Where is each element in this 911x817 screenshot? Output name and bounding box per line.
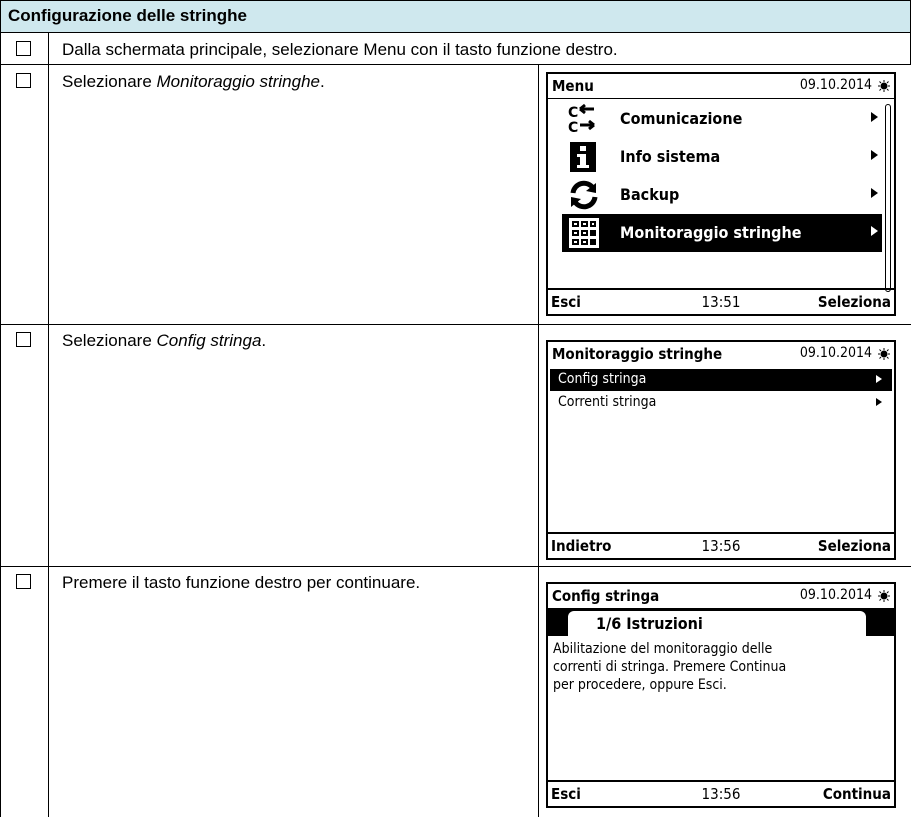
step-1-text: Dalla schermata principale, selezionare … xyxy=(62,40,618,59)
tab-instructions: 1/6 Istruzioni xyxy=(568,611,866,636)
softkey-right[interactable]: Continua xyxy=(823,785,891,803)
screen-title-bar: Menu 09.10.2014 xyxy=(548,74,894,99)
menu-item-label: Comunicazione xyxy=(620,109,743,128)
document-page: Configurazione delle stringhe Dalla sche… xyxy=(0,0,911,817)
chevron-right-icon xyxy=(871,150,878,160)
list-item-label: Correnti stringa xyxy=(558,394,657,410)
instruction-text: Abilitazione del monitoraggio delle corr… xyxy=(553,641,787,693)
softkey-right[interactable]: Seleziona xyxy=(818,537,891,555)
softkey-right[interactable]: Seleziona xyxy=(818,293,891,311)
device-screen-menu: Menu 09.10.2014 C C Comunicazione Info s… xyxy=(546,72,896,316)
communication-icon: C C xyxy=(568,103,595,135)
step-3-checkbox[interactable] xyxy=(16,332,31,347)
list-item-config-string[interactable]: Config stringa xyxy=(550,369,892,391)
step-2-emphasis: Monitoraggio stringhe xyxy=(156,72,320,91)
info-icon xyxy=(570,142,596,172)
sun-icon xyxy=(878,590,890,602)
screen-date: 09.10.2014 xyxy=(799,345,872,361)
menu-item-string-monitoring[interactable]: Monitoraggio stringhe xyxy=(562,214,882,252)
step-3-text: Selezionare Config stringa. xyxy=(62,331,267,350)
step-3-emphasis: Config stringa xyxy=(156,331,262,350)
menu-item-label: Info sistema xyxy=(620,147,721,166)
menu-item-info-system[interactable]: Info sistema xyxy=(562,138,882,176)
step-2-text: Selezionare Monitoraggio stringhe. xyxy=(62,72,325,91)
step-4-text: Premere il tasto funzione destro per con… xyxy=(62,573,421,592)
device-screen-string-monitoring: Monitoraggio stringhe 09.10.2014 Config … xyxy=(546,340,896,560)
screen-title: Config stringa xyxy=(552,587,660,605)
chevron-right-icon xyxy=(871,112,878,122)
string-monitor-icon xyxy=(569,218,599,248)
screen-title: Menu xyxy=(552,77,594,95)
chevron-right-icon xyxy=(871,226,878,236)
table-title: Configurazione delle stringhe xyxy=(8,6,247,25)
screen-date: 09.10.2014 xyxy=(799,77,872,93)
chevron-right-icon xyxy=(871,188,878,198)
softkey-bar: Esci 13:51 Seleziona xyxy=(548,288,894,314)
chevron-right-icon xyxy=(876,375,882,383)
svg-text:C: C xyxy=(568,120,578,135)
step-1-checkbox[interactable] xyxy=(16,41,31,56)
menu-item-communication[interactable]: C C Comunicazione xyxy=(562,100,882,138)
sun-icon xyxy=(878,348,890,360)
list-item-label: Config stringa xyxy=(558,371,647,387)
device-screen-config-string: Config stringa 09.10.2014 1/6 Istruzioni… xyxy=(546,582,896,808)
screen-title-bar: Monitoraggio stringhe 09.10.2014 xyxy=(548,342,894,366)
softkey-bar: Indietro 13:56 Seleziona xyxy=(548,532,894,558)
softkey-bar: Esci 13:56 Continua xyxy=(548,780,894,806)
list-item-string-currents[interactable]: Correnti stringa xyxy=(550,392,892,414)
menu-item-label: Backup xyxy=(620,185,680,204)
backup-icon xyxy=(570,180,598,210)
screen-title: Monitoraggio stringhe xyxy=(552,345,723,363)
menu-item-backup[interactable]: Backup xyxy=(562,176,882,214)
svg-text:C: C xyxy=(568,105,578,121)
step-4-checkbox[interactable] xyxy=(16,574,31,589)
screen-date: 09.10.2014 xyxy=(799,587,872,603)
menu-item-label: Monitoraggio stringhe xyxy=(620,223,802,242)
step-2-checkbox[interactable] xyxy=(16,73,31,88)
scrollbar[interactable] xyxy=(885,104,891,292)
chevron-right-icon xyxy=(876,398,882,406)
sun-icon xyxy=(878,80,890,92)
screen-title-bar: Config stringa 09.10.2014 xyxy=(548,584,894,608)
